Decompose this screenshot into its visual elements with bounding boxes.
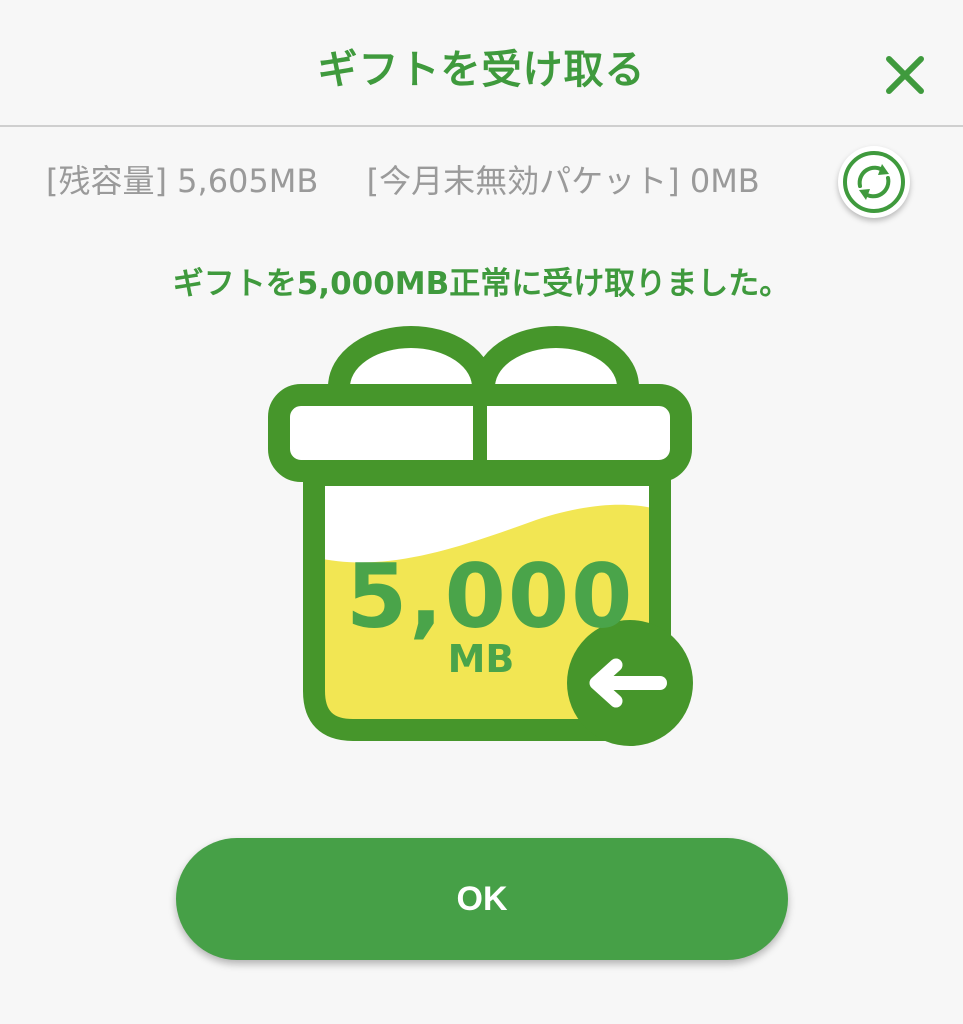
- gift-unit: MB: [447, 637, 515, 681]
- close-button[interactable]: [876, 46, 934, 104]
- gift-illustration: 5,000 MB: [266, 325, 696, 755]
- dialog-title: ギフトを受け取る: [317, 47, 646, 93]
- success-message: ギフトを5,000MB正常に受け取りました。: [172, 266, 791, 302]
- refresh-button[interactable]: [838, 146, 910, 218]
- gift-amount: 5,000: [346, 545, 635, 648]
- close-icon: [886, 56, 924, 94]
- gift-box-icon: [268, 326, 693, 746]
- expiring-label: [今月末無効パケット]: [366, 162, 680, 200]
- remaining-label: [残容量]: [46, 162, 167, 200]
- refresh-icon: [843, 151, 905, 213]
- expiring-value: 0MB: [689, 162, 760, 200]
- dialog-header: ギフトを受け取る: [0, 0, 963, 127]
- data-status-line: [残容量] 5,605MB [今月末無効パケット] 0MB: [46, 158, 760, 204]
- remaining-value: 5,605MB: [177, 162, 319, 200]
- ok-button[interactable]: OK: [176, 838, 788, 960]
